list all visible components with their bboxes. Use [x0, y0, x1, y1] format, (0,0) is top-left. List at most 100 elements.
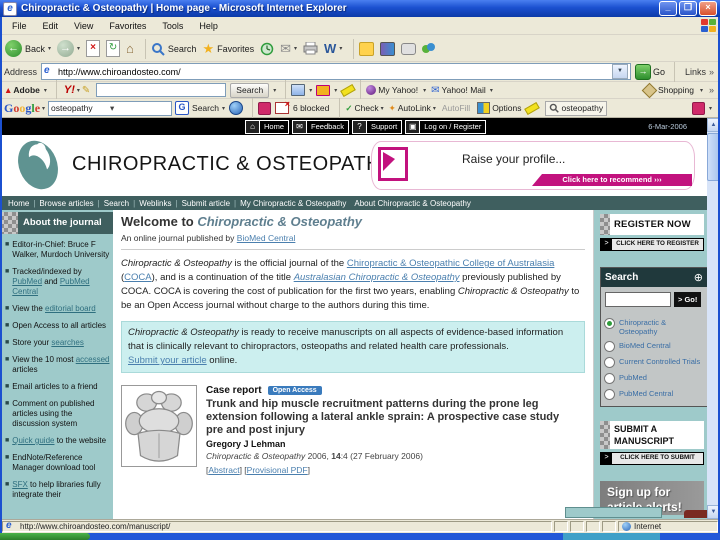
link[interactable]: Submit your article — [128, 355, 207, 366]
google-search-input[interactable]: osteopathy ▾ — [48, 100, 173, 116]
search-button[interactable]: Search — [151, 42, 196, 56]
link[interactable]: Quick guide — [12, 436, 54, 445]
yahoo-search-dropdown-icon[interactable]: ▾ — [273, 87, 276, 94]
banner-cta-button[interactable]: Click here to recommend ››› — [532, 174, 692, 186]
sidebar-item[interactable]: ■ Email articles to a friend — [4, 382, 111, 392]
nav-search[interactable]: Search — [100, 199, 133, 208]
mail-dropdown-icon[interactable]: ▾ — [294, 45, 297, 52]
taskbar[interactable] — [0, 533, 720, 540]
find-word-button[interactable]: osteopathy — [545, 100, 608, 116]
autofill-label[interactable]: AutoFill — [442, 103, 470, 113]
sidebar-item[interactable]: ■ EndNote/Reference Manager download tool — [4, 453, 111, 473]
radio-icon[interactable] — [604, 341, 615, 352]
stop-button[interactable]: × — [86, 40, 101, 57]
media-button[interactable] — [380, 41, 396, 56]
yahoo-search-button[interactable]: Search — [230, 82, 270, 98]
google-logo[interactable]: Google — [4, 101, 40, 116]
radio-icon[interactable] — [604, 373, 615, 384]
search-option[interactable]: PubMed — [604, 373, 704, 384]
sidebar-item[interactable]: ■ Store your searches — [4, 338, 111, 348]
link[interactable]: Chiropractic & Osteopathic College of Au… — [347, 258, 555, 269]
yahoo-mail-icon[interactable] — [316, 84, 331, 96]
mail-dropdown-icon[interactable]: ▾ — [334, 87, 337, 94]
my-yahoo-label[interactable]: My Yahoo! — [378, 85, 418, 95]
radio-icon[interactable] — [604, 389, 615, 400]
panel-dropdown-icon[interactable]: ▾ — [309, 87, 312, 94]
yahoo-mail-label[interactable]: Yahoo! Mail — [442, 85, 486, 95]
link[interactable]: searches — [51, 338, 83, 347]
popup-blocker-icon[interactable] — [274, 99, 290, 114]
search-option[interactable]: PubMed Central — [604, 389, 704, 400]
radio-icon[interactable] — [604, 318, 615, 329]
sidebar-item[interactable]: ■ View the editorial board — [4, 304, 111, 314]
edit-dropdown-icon[interactable]: ▾ — [339, 45, 342, 52]
rail-search-input[interactable] — [605, 292, 671, 307]
forward-dropdown-icon[interactable]: ▾ — [77, 45, 80, 52]
radio-icon[interactable] — [604, 357, 615, 368]
check-label[interactable]: Check — [355, 103, 379, 113]
google-input-dropdown-icon[interactable]: ▾ — [110, 103, 169, 114]
google-dropdown-icon[interactable]: ▾ — [42, 105, 45, 112]
back-button[interactable]: ← Back ▾ — [5, 40, 51, 57]
extension-dropdown-icon[interactable]: ▾ — [709, 105, 712, 112]
options-label[interactable]: Options — [492, 103, 521, 113]
search-option[interactable]: BioMed Central — [604, 341, 704, 352]
search-option[interactable]: Chiropractic & Osteopathy — [604, 318, 704, 336]
menu-tools[interactable]: Tools — [154, 21, 191, 31]
discuss-button[interactable] — [359, 41, 375, 56]
nav-browse-articles[interactable]: Browse articles — [35, 199, 97, 208]
autolink-label[interactable]: AutoLink — [398, 103, 431, 113]
google-search-button[interactable]: Search — [192, 103, 219, 113]
menu-edit[interactable]: Edit — [35, 21, 67, 31]
nav-submit-article[interactable]: Submit article — [178, 199, 234, 208]
web-globe-icon[interactable] — [228, 101, 243, 115]
yahoo-search-input[interactable] — [96, 83, 227, 97]
autolink-dropdown-icon[interactable]: ▾ — [433, 105, 436, 112]
article-thumbnail[interactable] — [121, 385, 197, 467]
history-button[interactable] — [260, 42, 274, 56]
site-logon-button[interactable]: ▣ Log on / Register — [405, 119, 487, 134]
go-button[interactable]: → Go — [634, 63, 665, 80]
link[interactable]: Australasian Chiropractic & Osteopathy — [294, 272, 460, 283]
yahoo-mail-dropdown-icon[interactable]: ▾ — [490, 87, 493, 94]
highlighter-icon[interactable] — [340, 83, 357, 97]
close-button[interactable]: × — [699, 1, 717, 16]
favorites-button[interactable]: ★ Favorites — [202, 42, 254, 55]
yahoo-logo[interactable]: Y! — [64, 84, 75, 96]
link[interactable]: accessed — [76, 355, 110, 364]
print-button[interactable] — [303, 42, 318, 55]
shopping-dropdown-icon[interactable]: ▾ — [700, 87, 703, 94]
sidebar-item[interactable]: ■ Quick guide to the website — [4, 436, 111, 446]
adobe-label[interactable]: Adobe — [13, 85, 39, 95]
nav-home[interactable]: Home — [4, 199, 33, 208]
home-button[interactable]: ⌂ — [126, 42, 134, 55]
site-home-button[interactable]: ⌂ Home — [245, 119, 290, 134]
nav-about-journal[interactable]: About Chiropractic & Osteopathy — [350, 199, 475, 208]
sidebar-item[interactable]: ■ Comment on published articles using the… — [4, 399, 111, 429]
link[interactable]: COCA — [124, 272, 151, 283]
toolbar-chevron-icon[interactable]: » — [709, 85, 714, 95]
windows-panel-icon[interactable] — [291, 84, 306, 96]
menu-help[interactable]: Help — [191, 21, 226, 31]
link[interactable]: Provisional PDF — [247, 465, 308, 475]
links-chevron-icon[interactable]: » — [709, 67, 714, 77]
check-dropdown-icon[interactable]: ▾ — [381, 105, 384, 112]
mail-button[interactable]: ✉ ▾ — [280, 42, 297, 55]
forward-button[interactable]: → ▾ — [57, 40, 80, 57]
google-search-dropdown-icon[interactable]: ▾ — [222, 105, 225, 112]
messenger-chat-button[interactable] — [401, 42, 417, 55]
sidebar-item[interactable]: ■ Tracked/indexed by PubMed and PubMed Ce… — [4, 267, 111, 297]
start-button[interactable] — [0, 533, 90, 540]
menu-favorites[interactable]: Favorites — [101, 21, 154, 31]
search-option[interactable]: Current Controlled Trials — [604, 357, 704, 368]
adobe-dropdown-icon[interactable]: ▾ — [44, 87, 47, 94]
site-feedback-button[interactable]: ✉ Feedback — [292, 119, 349, 134]
nav-my-journal[interactable]: My Chiropractic & Osteopathy — [236, 199, 350, 208]
extension-icon[interactable] — [691, 101, 705, 115]
pencil-icon[interactable]: ✎ — [82, 85, 90, 96]
link[interactable]: BioMed Central — [237, 233, 296, 243]
my-yahoo-dropdown-icon[interactable]: ▾ — [423, 87, 426, 94]
sidebar-item[interactable]: ■ View the 10 most accessed articles — [4, 355, 111, 375]
highlight-icon[interactable] — [524, 101, 541, 115]
link[interactable]: Abstract — [208, 465, 239, 475]
